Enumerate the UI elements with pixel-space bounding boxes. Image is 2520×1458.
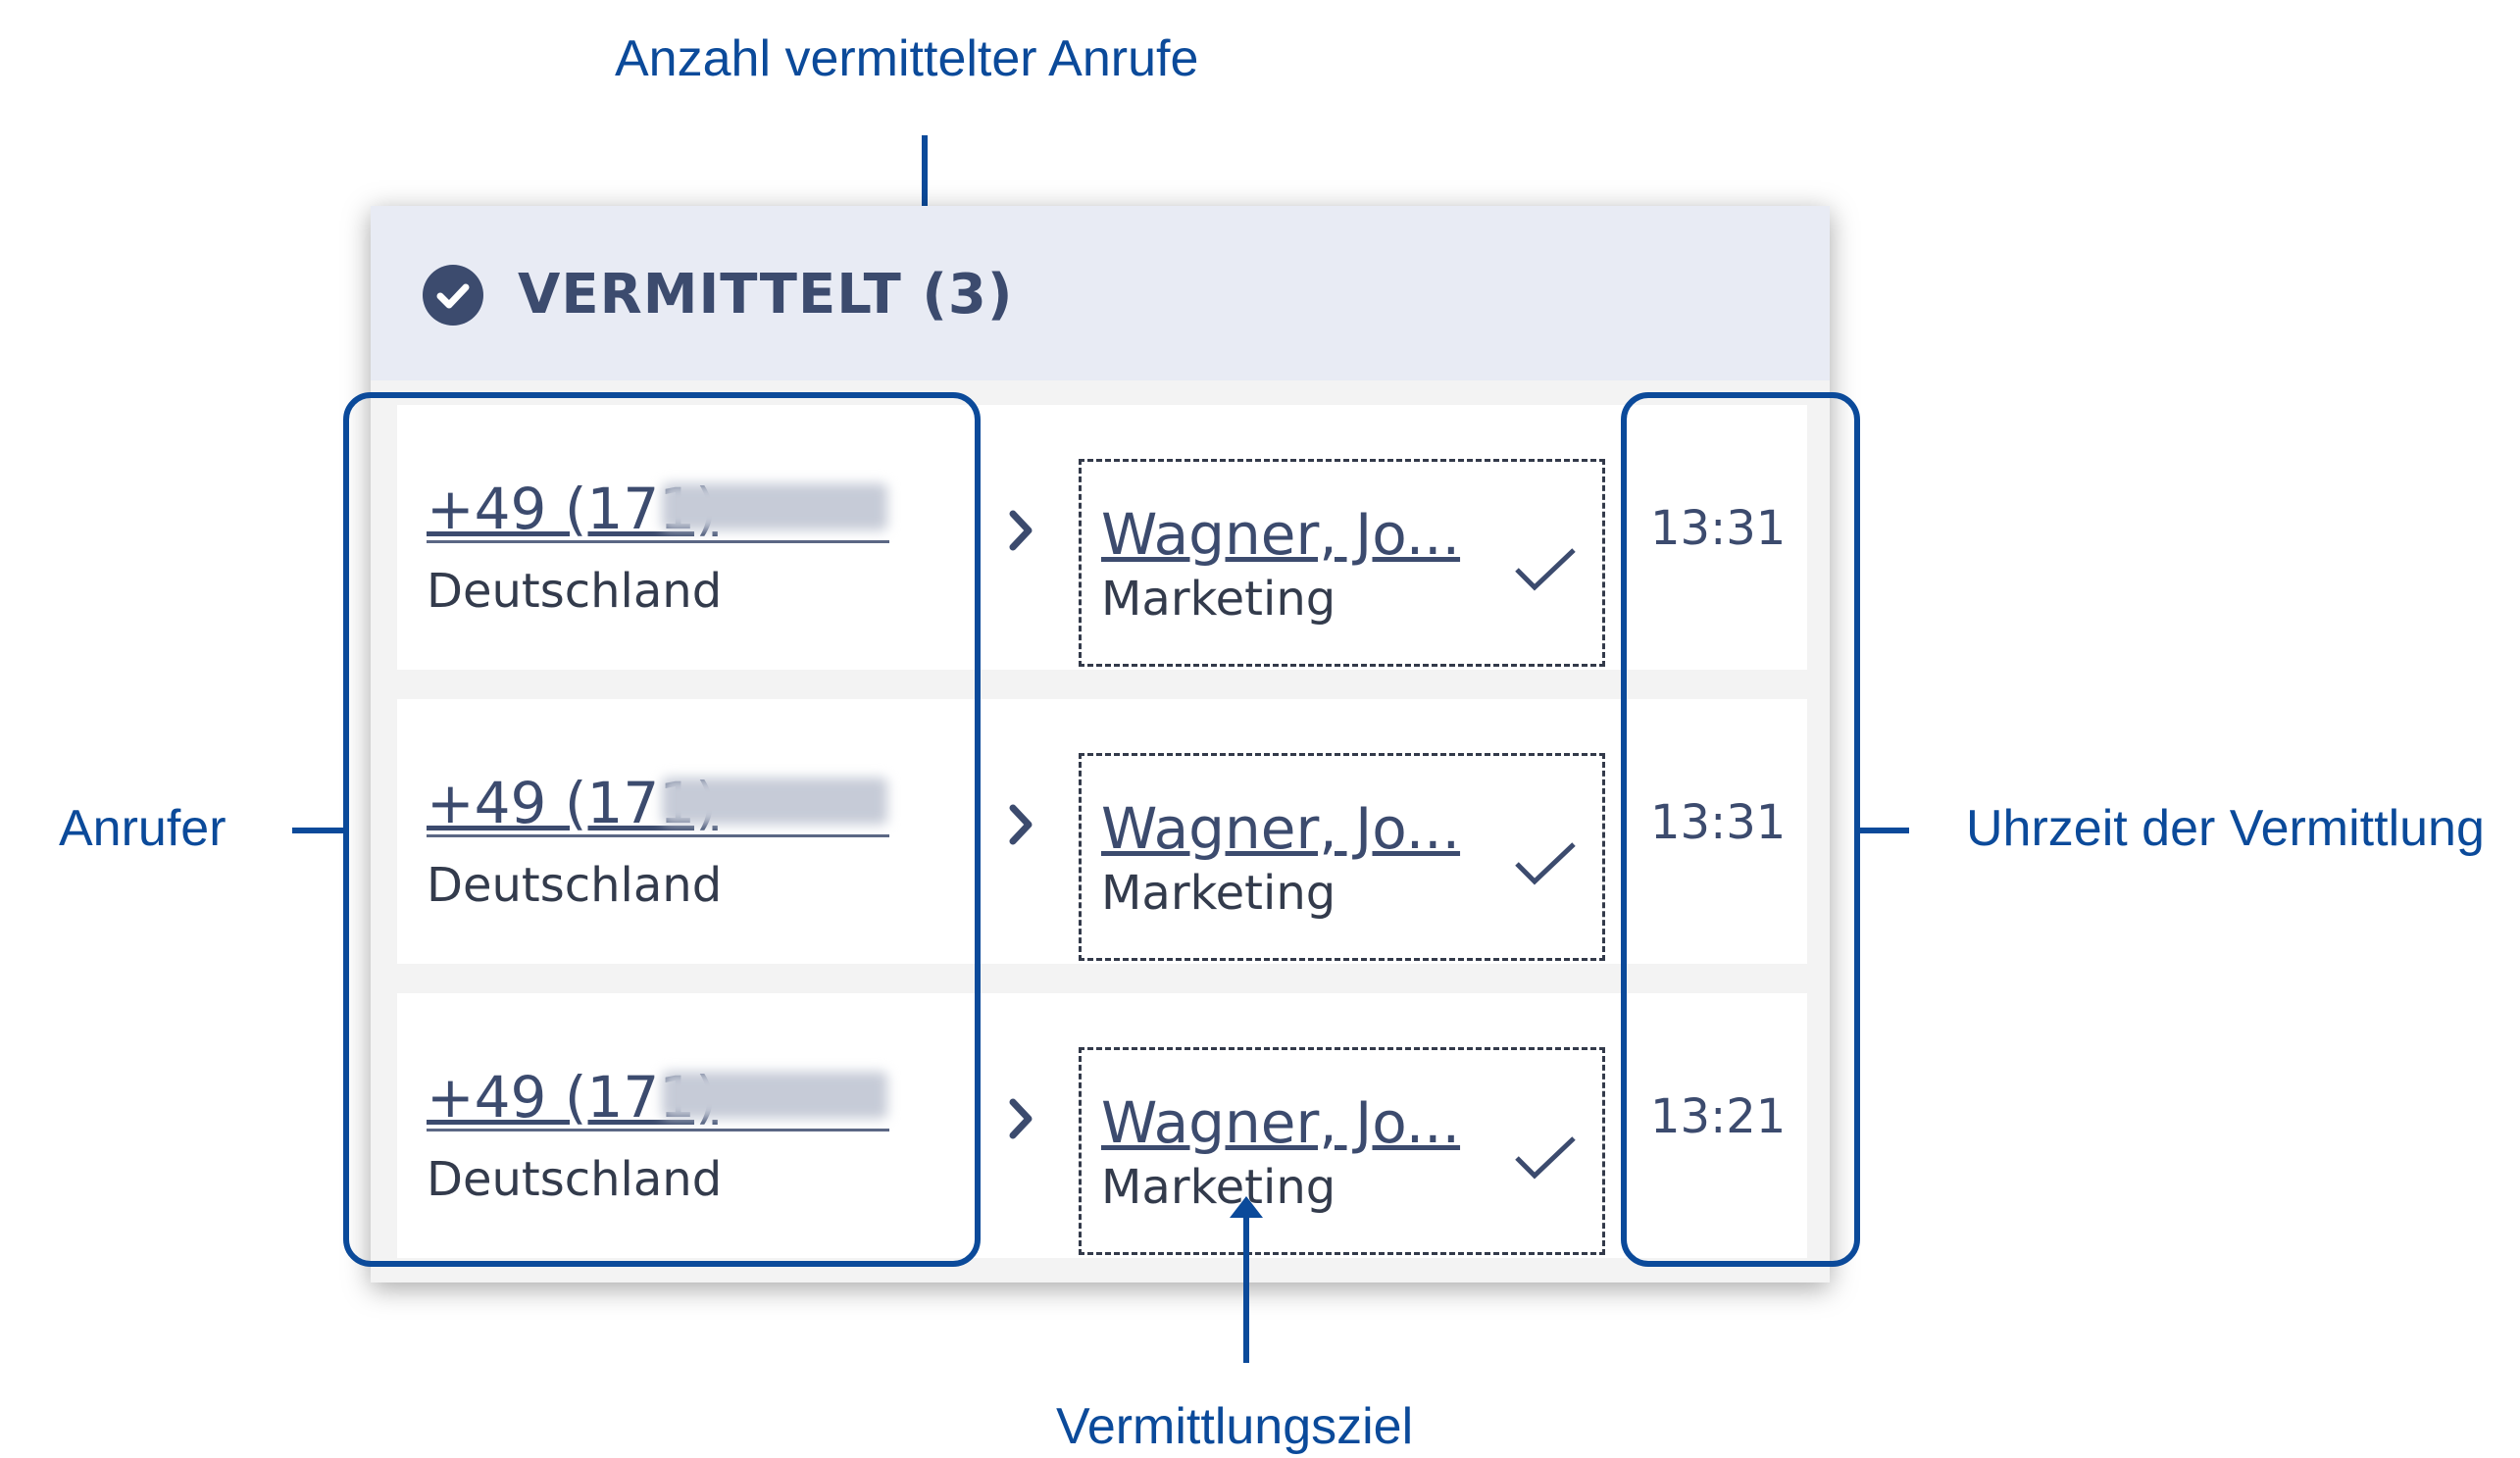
target-name-link[interactable]: Wagner, Jo... <box>1101 501 1460 568</box>
time-highlight-box <box>1621 392 1860 1267</box>
target-arrow-line <box>1243 1216 1249 1363</box>
time-annotation: Uhrzeit der Vermittlung <box>1966 800 2485 857</box>
target-name-link[interactable]: Wagner, Jo... <box>1101 1089 1460 1156</box>
target-arrow-head <box>1230 1196 1263 1218</box>
panel-title: VERMITTELT (3) <box>518 263 1014 327</box>
checkmark-icon <box>1515 1136 1576 1180</box>
check-circle-icon <box>423 265 483 326</box>
chevron-right-icon <box>1009 804 1033 845</box>
checkmark-icon <box>1515 548 1576 591</box>
checkmark-icon <box>1515 842 1576 885</box>
transfer-target[interactable]: Wagner, Jo... Marketing <box>1079 753 1605 961</box>
target-department: Marketing <box>1101 866 1336 921</box>
target-department: Marketing <box>1101 572 1336 627</box>
panel-header: VERMITTELT (3) <box>371 206 1830 380</box>
transfer-target[interactable]: Wagner, Jo... Marketing <box>1079 459 1605 667</box>
caller-annotation: Anrufer <box>59 800 227 857</box>
chevron-right-icon <box>1009 1098 1033 1139</box>
caller-highlight-box <box>343 392 981 1267</box>
target-name-link[interactable]: Wagner, Jo... <box>1101 795 1460 862</box>
target-department: Marketing <box>1101 1160 1336 1215</box>
time-connector <box>1856 828 1909 833</box>
count-annotation: Anzahl vermittelter Anrufe <box>615 30 1199 87</box>
chevron-right-icon <box>1009 510 1033 551</box>
caller-connector <box>292 828 347 833</box>
target-annotation: Vermittlungsziel <box>1056 1398 1414 1455</box>
transfer-target[interactable]: Wagner, Jo... Marketing <box>1079 1047 1605 1255</box>
